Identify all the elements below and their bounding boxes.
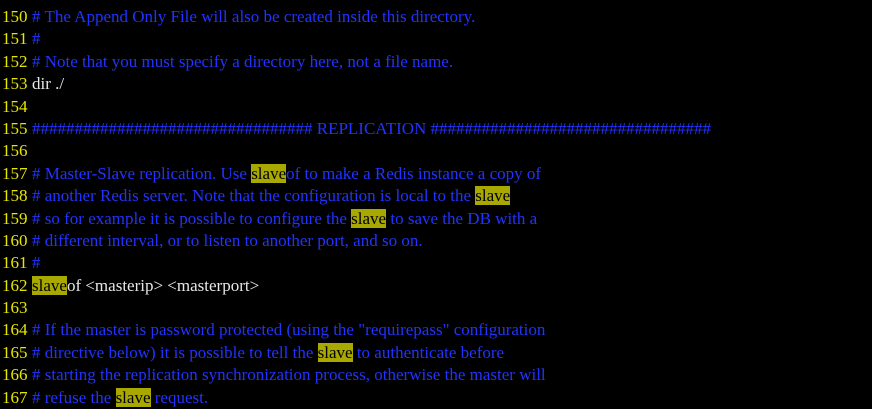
line-text: # starting the replication synchronizati… bbox=[32, 365, 546, 384]
comment-text: # bbox=[32, 29, 41, 49]
code-line[interactable]: 155 ################################# REP… bbox=[0, 118, 872, 140]
code-line[interactable]: 154 bbox=[0, 96, 872, 118]
line-number: 165 bbox=[2, 342, 28, 362]
code-line[interactable]: 166 # starting the replication synchroniz… bbox=[0, 364, 872, 386]
line-number: 159 bbox=[2, 208, 28, 228]
comment-text: # bbox=[32, 253, 41, 273]
comment-text: ################################# REPLIC… bbox=[32, 118, 712, 138]
comment-text: to save the DB with a bbox=[386, 208, 538, 228]
line-number: 167 bbox=[2, 387, 28, 407]
code-line[interactable]: 150 # The Append Only File will also be c… bbox=[0, 6, 872, 28]
line-number: 160 bbox=[2, 230, 28, 250]
line-number: 161 bbox=[2, 253, 28, 273]
search-match-highlight: slave bbox=[32, 275, 67, 295]
line-number: 162 bbox=[2, 275, 28, 295]
code-line[interactable]: 152 # Note that you must specify a direct… bbox=[0, 51, 872, 73]
line-text: # so for example it is possible to confi… bbox=[32, 208, 538, 228]
comment-text: to authenticate before bbox=[352, 342, 505, 362]
code-line[interactable]: 161 # bbox=[0, 252, 872, 274]
code-line[interactable]: 162 slaveof <masterip> <masterport> bbox=[0, 275, 872, 297]
line-text: slaveof <masterip> <masterport> bbox=[32, 275, 260, 295]
code-line[interactable]: 163 bbox=[0, 297, 872, 319]
line-text: # Note that you must specify a directory… bbox=[32, 52, 453, 71]
line-number: 151 bbox=[2, 29, 28, 49]
line-text: # another Redis server. Note that the co… bbox=[32, 186, 511, 206]
line-text: # refuse the slave request. bbox=[32, 387, 209, 407]
line-text: dir ./ bbox=[32, 74, 64, 93]
comment-text: # different interval, or to listen to an… bbox=[32, 230, 423, 250]
line-number: 157 bbox=[2, 163, 28, 183]
search-match-highlight: slave bbox=[475, 186, 511, 206]
comment-text: # starting the replication synchronizati… bbox=[32, 365, 546, 385]
code-line[interactable]: 167 # refuse the slave request. bbox=[0, 387, 872, 409]
comment-text: request. bbox=[150, 387, 209, 407]
line-number: 152 bbox=[2, 51, 28, 71]
line-text: # The Append Only File will also be crea… bbox=[32, 7, 475, 26]
comment-text: of to make a Redis instance a copy of bbox=[286, 163, 542, 183]
line-text: # bbox=[32, 253, 41, 272]
line-text: # bbox=[32, 29, 41, 48]
code-line[interactable]: 158 # another Redis server. Note that the… bbox=[0, 185, 872, 207]
code-line[interactable]: 160 # different interval, or to listen to… bbox=[0, 230, 872, 252]
comment-text: # If the master is password protected (u… bbox=[32, 320, 546, 340]
comment-text: # The Append Only File will also be crea… bbox=[32, 7, 476, 26]
line-number: 156 bbox=[2, 141, 28, 161]
comment-text: # refuse the bbox=[32, 387, 116, 407]
terminal-editor[interactable]: 150 # The Append Only File will also be c… bbox=[0, 0, 872, 409]
comment-text: # Note that you must specify a directory… bbox=[32, 51, 454, 71]
code-line[interactable]: 153 dir ./ bbox=[0, 73, 872, 95]
line-number: 154 bbox=[2, 96, 28, 116]
comment-text: # directive below) it is possible to tel… bbox=[32, 342, 318, 362]
code-line[interactable]: 157 # Master-Slave replication. Use slave… bbox=[0, 163, 872, 185]
config-text: of <masterip> <masterport> bbox=[66, 275, 260, 295]
line-text: ################################# REPLIC… bbox=[32, 119, 711, 138]
line-number: 153 bbox=[2, 74, 28, 94]
line-number: 150 bbox=[2, 7, 28, 26]
code-line[interactable]: 165 # directive below) it is possible to … bbox=[0, 342, 872, 364]
line-text: # If the master is password protected (u… bbox=[32, 320, 545, 339]
line-text: # Master-Slave replication. Use slaveof … bbox=[32, 163, 542, 183]
line-number: 166 bbox=[2, 365, 28, 385]
line-number: 158 bbox=[2, 186, 28, 206]
search-match-highlight: slave bbox=[115, 387, 151, 407]
code-line[interactable]: 164 # If the master is password protected… bbox=[0, 319, 872, 341]
line-text: # directive below) it is possible to tel… bbox=[32, 342, 505, 362]
code-line[interactable]: 151 # bbox=[0, 28, 872, 50]
comment-text: # another Redis server. Note that the co… bbox=[32, 186, 476, 206]
line-number: 155 bbox=[2, 118, 28, 138]
search-match-highlight: slave bbox=[351, 208, 387, 228]
line-number: 164 bbox=[2, 320, 28, 340]
search-match-highlight: slave bbox=[251, 163, 287, 183]
code-line[interactable]: 159 # so for example it is possible to co… bbox=[0, 208, 872, 230]
comment-text: # so for example it is possible to confi… bbox=[32, 208, 352, 228]
search-match-highlight: slave bbox=[317, 342, 353, 362]
code-line[interactable]: 156 bbox=[0, 140, 872, 162]
comment-text: # Master-Slave replication. Use bbox=[32, 163, 252, 183]
line-text: # different interval, or to listen to an… bbox=[32, 231, 423, 250]
config-text: dir ./ bbox=[32, 74, 65, 94]
line-number: 163 bbox=[2, 298, 28, 318]
